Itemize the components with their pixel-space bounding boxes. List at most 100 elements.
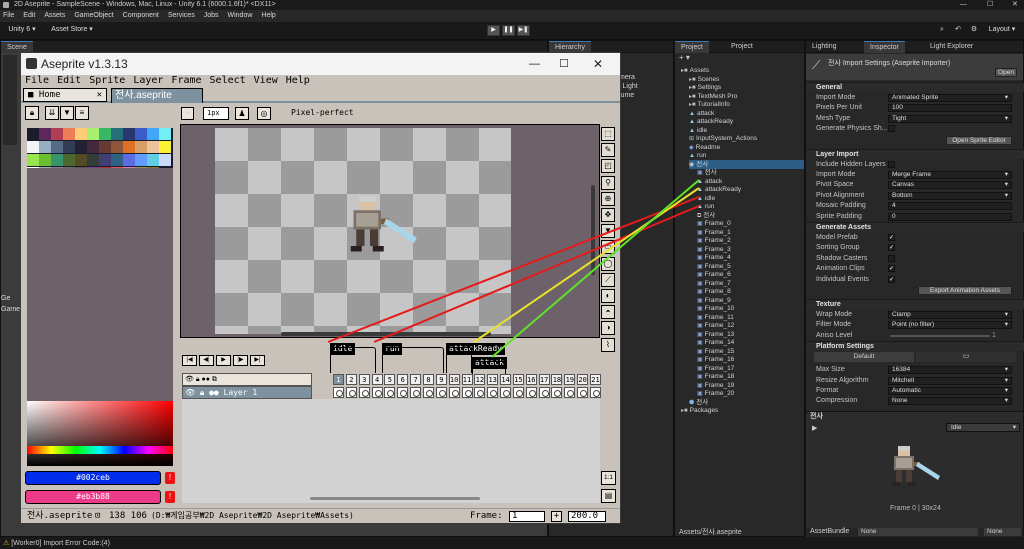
inspector-dropdown[interactable]: Tight ▾ bbox=[888, 114, 1012, 123]
aseprite-menu-sprite[interactable]: Sprite bbox=[89, 75, 125, 86]
aseprite-minimize-icon[interactable]: — bbox=[529, 53, 540, 75]
timeline-scrollbar[interactable] bbox=[310, 497, 480, 500]
palette-swatch[interactable] bbox=[99, 128, 111, 140]
cel[interactable] bbox=[525, 387, 537, 398]
add-frame-icon[interactable]: + bbox=[551, 511, 562, 522]
palette-swatch[interactable] bbox=[135, 141, 147, 153]
last-frame-icon[interactable]: ▶| bbox=[250, 355, 265, 366]
frame-header[interactable]: 8 bbox=[422, 374, 434, 385]
menu-window[interactable]: Window bbox=[228, 12, 253, 19]
inspector-dropdown[interactable]: Clamp ▾ bbox=[888, 311, 1012, 319]
bucket-tool-icon[interactable]: ▼ bbox=[601, 224, 615, 239]
palette-swatch[interactable] bbox=[147, 141, 159, 153]
slider-value[interactable]: 1 bbox=[992, 331, 996, 341]
palette-swatch[interactable] bbox=[159, 154, 171, 166]
section-header[interactable]: General bbox=[806, 82, 1024, 92]
inspector-field[interactable]: 4 bbox=[888, 202, 1012, 211]
palette-swatch[interactable] bbox=[99, 154, 111, 166]
inspector-dropdown[interactable]: Animated Sprite ▾ bbox=[888, 94, 1012, 102]
frame-header[interactable]: 17 bbox=[538, 374, 550, 385]
palette-swatch[interactable] bbox=[75, 128, 87, 140]
tab-lighting[interactable]: Lighting bbox=[806, 41, 843, 53]
inspector-field[interactable]: 100 bbox=[888, 104, 1012, 113]
inspector-checkbox[interactable]: ✓ bbox=[888, 275, 895, 283]
inspector-dropdown[interactable]: Canvas ▾ bbox=[888, 181, 1012, 190]
add-icon[interactable]: + ▾ bbox=[679, 53, 690, 62]
step-button[interactable]: ▶❚ bbox=[517, 25, 530, 36]
cel[interactable] bbox=[512, 387, 524, 398]
menu-edit[interactable]: Edit bbox=[23, 12, 35, 19]
cel[interactable] bbox=[590, 387, 601, 398]
inspector-dropdown[interactable]: 16384 ▾ bbox=[888, 366, 1012, 375]
brush-size-field[interactable]: 1px bbox=[203, 107, 229, 120]
section-header[interactable]: Platform Settings bbox=[806, 341, 1024, 352]
bg-color-button[interactable]: #eb3b88 bbox=[25, 490, 161, 504]
aseprite-menu-edit[interactable]: Edit bbox=[57, 75, 81, 86]
zoom-tool-icon[interactable]: ⊕ bbox=[601, 191, 615, 206]
frame-header[interactable]: 4 bbox=[371, 374, 383, 385]
palette-swatch[interactable] bbox=[135, 154, 147, 166]
frame-header[interactable]: 9 bbox=[435, 374, 447, 385]
inspector-dropdown[interactable]: Merge Frame ▾ bbox=[888, 171, 1012, 179]
timeline-toggle-icon[interactable]: ▤ bbox=[601, 489, 616, 503]
palette-swatch[interactable] bbox=[27, 128, 39, 140]
platform-tab-standalone-icon[interactable]: ▭ bbox=[916, 352, 1016, 363]
frame-header[interactable]: 10 bbox=[448, 374, 460, 385]
tab-project-2[interactable]: Project bbox=[725, 41, 759, 53]
platform-tab-default[interactable]: Default bbox=[814, 352, 914, 363]
frame-header[interactable]: 12 bbox=[474, 374, 486, 385]
project-item[interactable]: ▸■ Packages bbox=[681, 406, 718, 415]
menu-file[interactable]: File bbox=[3, 12, 14, 19]
tab-inspector[interactable]: Inspector bbox=[864, 41, 905, 53]
frame-header[interactable]: 7 bbox=[410, 374, 422, 385]
cel[interactable] bbox=[474, 387, 486, 398]
eraser-tool-icon[interactable]: ◰ bbox=[601, 159, 615, 174]
ellipse-tool-icon[interactable]: ◯ bbox=[601, 256, 615, 271]
canvas-horizontal-scrollbar[interactable] bbox=[281, 332, 491, 336]
rect-tool-icon[interactable]: ▭ bbox=[601, 240, 615, 255]
frame-header[interactable]: 6 bbox=[397, 374, 409, 385]
frame-header[interactable]: 20 bbox=[577, 374, 589, 385]
aseprite-menu-help[interactable]: Help bbox=[286, 75, 310, 86]
palette-swatch[interactable] bbox=[75, 141, 87, 153]
palette-swatch[interactable] bbox=[63, 154, 75, 166]
frame-field[interactable]: 1 bbox=[509, 511, 545, 522]
bg-warning-icon[interactable]: ! bbox=[165, 491, 175, 503]
aseprite-menu-layer[interactable]: Layer bbox=[133, 75, 163, 86]
prev-frame-icon[interactable]: ◀| bbox=[199, 355, 214, 366]
zoom-one-to-one-button[interactable]: 1:1 bbox=[601, 471, 616, 485]
home-tab[interactable]: ■ Home ✕ bbox=[23, 88, 107, 102]
maximize-icon[interactable]: ☐ bbox=[987, 0, 993, 10]
line-tool-icon[interactable]: ⟋ bbox=[601, 272, 615, 287]
cel[interactable] bbox=[410, 387, 422, 398]
search-icon[interactable]: ⌕ bbox=[936, 25, 948, 36]
section-header[interactable]: Generate Assets bbox=[806, 222, 1024, 232]
blur-tool-icon[interactable]: ◐ bbox=[601, 289, 615, 303]
palette-swatch[interactable] bbox=[87, 141, 99, 153]
home-tab-close-icon[interactable]: ✕ bbox=[97, 89, 102, 101]
zoom-field[interactable]: 200.0 bbox=[568, 511, 606, 522]
frame-header[interactable]: 15 bbox=[512, 374, 524, 385]
pencil-tool-icon[interactable]: ✎ bbox=[601, 143, 615, 158]
inspector-checkbox[interactable]: ✓ bbox=[888, 234, 895, 241]
palette-swatch[interactable] bbox=[123, 154, 135, 166]
palette-swatch[interactable] bbox=[27, 141, 39, 153]
cel[interactable] bbox=[384, 387, 396, 398]
cel[interactable] bbox=[500, 387, 512, 398]
inspector-checkbox[interactable]: ✓ bbox=[888, 265, 895, 273]
menu-component[interactable]: Component bbox=[123, 12, 159, 19]
palette-swatch[interactable] bbox=[51, 141, 63, 153]
eyedropper-tool-icon[interactable]: ⚲ bbox=[601, 175, 615, 190]
marquee-tool-icon[interactable]: ⬚ bbox=[601, 127, 615, 141]
fg-color-button[interactable]: #002ceb bbox=[25, 471, 161, 485]
file-tab[interactable]: 전사.aseprite bbox=[111, 88, 203, 103]
cel[interactable] bbox=[345, 387, 357, 398]
inspector-dropdown[interactable]: None ▾ bbox=[888, 397, 1012, 406]
palette-swatch[interactable] bbox=[39, 141, 51, 153]
status-message[interactable]: [Worker0] Import Error Code:(4) bbox=[11, 540, 110, 547]
cel[interactable] bbox=[435, 387, 447, 398]
tab-light-explorer[interactable]: Light Explorer bbox=[924, 41, 979, 53]
pause-button[interactable]: ❚❚ bbox=[502, 25, 515, 36]
fg-warning-icon[interactable]: ! bbox=[165, 472, 175, 484]
layer-row[interactable]: 👁︎ 🔒︎ ●● Layer 1 bbox=[182, 386, 312, 399]
